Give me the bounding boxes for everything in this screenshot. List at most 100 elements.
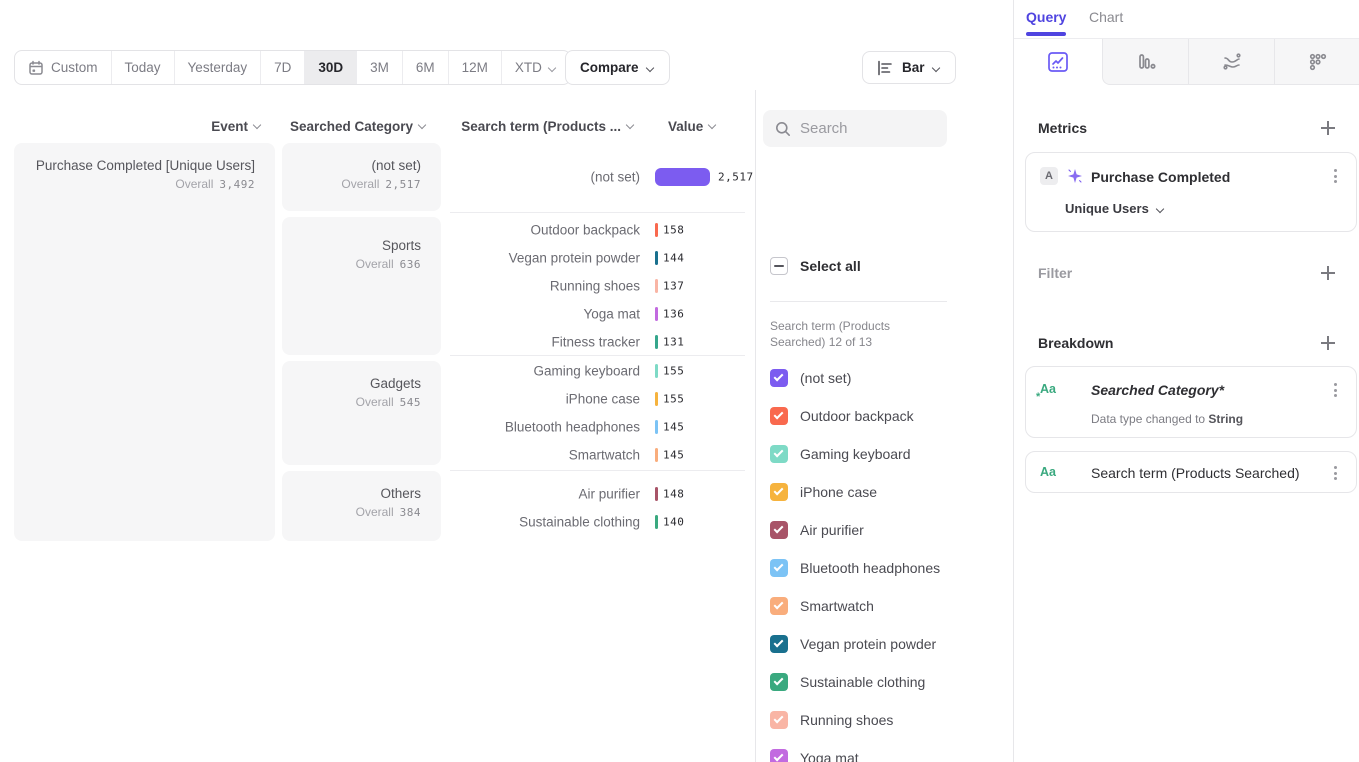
breakdown-property-name: Search term (Products Searched) (1091, 465, 1300, 481)
legend-item[interactable]: iPhone case (770, 483, 877, 501)
legend-item[interactable]: Bluetooth headphones (770, 559, 940, 577)
date-range-label: Yesterday (188, 60, 248, 75)
column-header-category[interactable]: Searched Category (282, 117, 427, 135)
date-range-yesterday[interactable]: Yesterday (174, 51, 261, 84)
tab-insights[interactable] (1014, 39, 1102, 85)
chart-type-button[interactable]: Bar (862, 51, 956, 84)
legend-checkbox[interactable] (770, 407, 788, 425)
value-label: 137 (663, 280, 684, 293)
date-range-3m[interactable]: 3M (356, 51, 402, 84)
event-sparkle-icon (1066, 167, 1084, 185)
legend-item[interactable]: (not set) (770, 369, 851, 387)
legend-item[interactable]: Running shoes (770, 711, 893, 729)
date-range-custom[interactable]: Custom (15, 51, 111, 84)
column-header-term[interactable]: Search term (Products ... (450, 117, 635, 135)
check-icon (774, 714, 784, 724)
legend-checkbox[interactable] (770, 521, 788, 539)
column-header-category-label: Searched Category (290, 119, 413, 134)
legend-checkbox[interactable] (770, 483, 788, 501)
tab-funnels[interactable] (1103, 39, 1188, 84)
value-label: 144 (663, 252, 684, 265)
date-range-12m[interactable]: 12M (448, 51, 501, 84)
kebab-menu-icon[interactable] (1328, 381, 1342, 399)
add-filter-button[interactable] (1319, 264, 1337, 282)
value-bar[interactable] (655, 420, 658, 434)
search-input[interactable] (800, 120, 930, 137)
category-cell[interactable]: OthersOverall384 (282, 471, 441, 541)
category-cell[interactable]: (not set)Overall2,517 (282, 143, 441, 211)
value-bar[interactable] (655, 307, 658, 321)
value-bar[interactable] (655, 168, 710, 186)
kebab-menu-icon[interactable] (1328, 167, 1342, 185)
chevron-down-icon (549, 64, 557, 72)
category-cell[interactable]: SportsOverall636 (282, 217, 441, 355)
legend-checkbox[interactable] (770, 749, 788, 762)
add-metric-button[interactable] (1319, 119, 1337, 137)
divider (450, 470, 745, 471)
date-range-label: XTD (515, 60, 542, 75)
legend-checkbox[interactable] (770, 445, 788, 463)
legend-item[interactable]: Gaming keyboard (770, 445, 911, 463)
date-range-label: 3M (370, 60, 389, 75)
legend-checkbox[interactable] (770, 559, 788, 577)
date-range-6m[interactable]: 6M (402, 51, 448, 84)
legend-item[interactable]: Smartwatch (770, 597, 874, 615)
value-label: 136 (663, 308, 684, 321)
value-bar[interactable] (655, 223, 658, 237)
bar-chart-icon (877, 60, 894, 76)
value-bar[interactable] (655, 251, 658, 265)
tab-flows[interactable] (1188, 39, 1274, 84)
value-bar[interactable] (655, 279, 658, 293)
kebab-menu-icon[interactable] (1328, 464, 1342, 482)
value-bar[interactable] (655, 364, 658, 378)
date-range-xtd[interactable]: XTD (501, 51, 570, 84)
legend-search[interactable] (763, 110, 947, 147)
value-bar[interactable] (655, 515, 658, 529)
check-icon (774, 752, 784, 762)
select-all-checkbox[interactable] (770, 257, 788, 275)
value-bar[interactable] (655, 448, 658, 462)
date-range-7d[interactable]: 7D (260, 51, 304, 84)
tab-query[interactable]: Query (1026, 9, 1066, 25)
chevron-down-icon (933, 64, 941, 72)
date-range-today[interactable]: Today (111, 51, 174, 84)
measure-selector[interactable]: Unique Users (1065, 201, 1165, 216)
legend-item[interactable]: Vegan protein powder (770, 635, 936, 653)
value-bar[interactable] (655, 487, 658, 501)
date-range-30d[interactable]: 30D (304, 51, 356, 84)
breakdown-card[interactable]: Aa* Searched Category* Data type changed… (1025, 366, 1357, 438)
value-bar[interactable] (655, 392, 658, 406)
metric-card[interactable]: A Purchase Completed Unique Users (1025, 152, 1357, 232)
tab-chart[interactable]: Chart (1089, 9, 1123, 25)
breakdown-property-name: Searched Category* (1091, 382, 1224, 398)
column-header-value[interactable]: Value (668, 117, 738, 135)
value-bar[interactable] (655, 335, 658, 349)
tab-retention[interactable] (1274, 39, 1359, 84)
legend-item[interactable]: Yoga mat (770, 749, 859, 762)
divider (450, 355, 745, 356)
add-breakdown-button[interactable] (1319, 334, 1337, 352)
breakdown-card[interactable]: Aa Search term (Products Searched) (1025, 451, 1357, 493)
column-header-event[interactable]: Event (14, 117, 262, 135)
category-cell[interactable]: GadgetsOverall545 (282, 361, 441, 465)
date-range-label: 7D (274, 60, 291, 75)
legend-checkbox[interactable] (770, 635, 788, 653)
legend-item[interactable]: Air purifier (770, 521, 864, 539)
filter-section-title: Filter (1038, 265, 1072, 281)
search-icon (775, 121, 791, 137)
legend-checkbox[interactable] (770, 673, 788, 691)
legend-item[interactable]: Sustainable clothing (770, 673, 925, 691)
legend-checkbox[interactable] (770, 597, 788, 615)
event-cell[interactable]: Purchase Completed [Unique Users] Overal… (14, 143, 275, 541)
legend-checkbox[interactable] (770, 711, 788, 729)
select-all-row[interactable]: Select all (770, 257, 861, 275)
legend-checkbox[interactable] (770, 369, 788, 387)
chevron-down-icon (647, 64, 655, 72)
calendar-icon (28, 60, 44, 76)
compare-button[interactable]: Compare (565, 50, 670, 85)
legend-item[interactable]: Outdoor backpack (770, 407, 914, 425)
legend-item-label: Sustainable clothing (800, 674, 925, 690)
category-cell-text: SportsOverall636 (356, 236, 421, 274)
category-overall: Overall384 (356, 503, 421, 522)
value-label: 140 (663, 516, 684, 529)
